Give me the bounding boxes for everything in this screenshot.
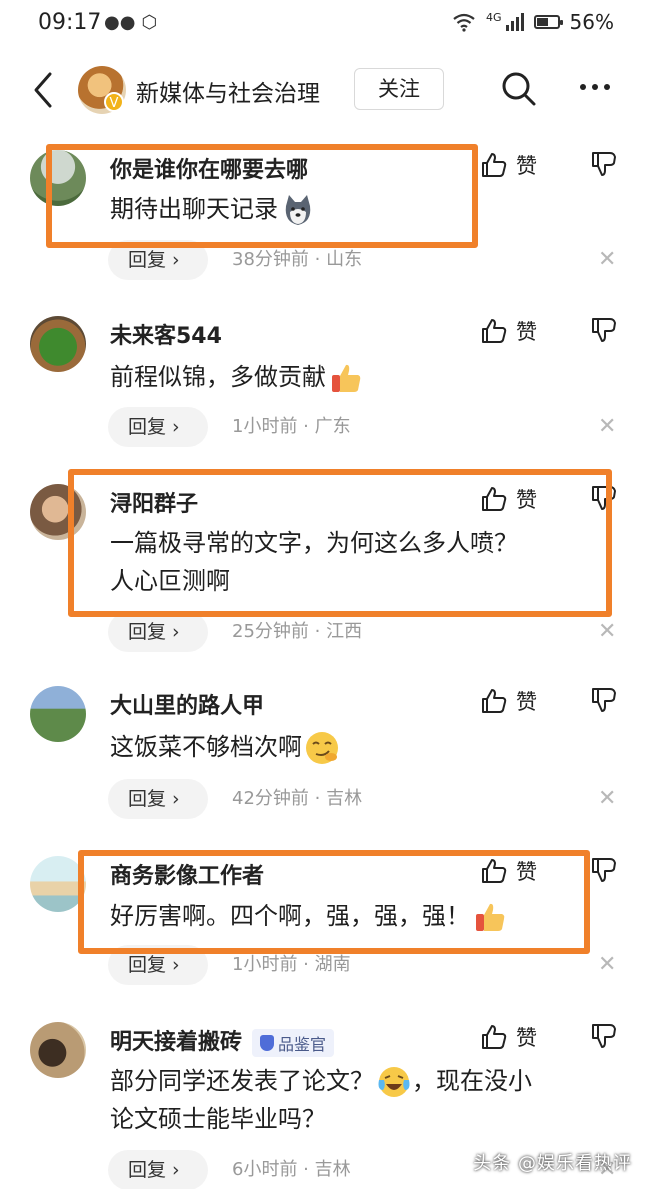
comment-meta: 6小时前 · 吉林 (232, 1159, 351, 1180)
reply-button[interactable]: 回复 › (108, 407, 208, 447)
pinjian-badge: 品鉴官 (252, 1029, 335, 1057)
signal-icon (505, 13, 524, 31)
battery-percent: 56% (569, 10, 614, 34)
status-time: 09:17 (38, 10, 102, 35)
status-bar: 09:17 ●● ⬡ 4G 56% (0, 0, 650, 50)
like-button[interactable]: 赞 (480, 150, 537, 180)
avatar[interactable] (30, 316, 86, 372)
thumbs-down-icon[interactable] (590, 316, 618, 344)
reply-button[interactable]: 回复 › (108, 779, 208, 819)
comment-text: 前程似锦，多做贡献 (110, 358, 590, 396)
comment-meta: 42分钟前 · 吉林 (232, 788, 363, 809)
highlight-box (68, 469, 612, 617)
more-options-icon[interactable] (580, 84, 610, 90)
comment-text: 这饭菜不够档次啊 (110, 728, 590, 766)
top-bar: V 新媒体与社会治理 关注 (0, 56, 650, 124)
close-icon[interactable]: ✕ (598, 612, 616, 652)
close-icon[interactable]: ✕ (598, 407, 616, 447)
like-button[interactable]: 赞 (480, 316, 537, 346)
close-icon[interactable]: ✕ (598, 945, 616, 985)
follow-button[interactable]: 关注 (354, 68, 444, 110)
like-label: 赞 (516, 1026, 537, 1050)
battery-icon (533, 15, 563, 29)
comment-username[interactable]: 大山里的路人甲 (110, 688, 264, 720)
comment-meta: 25分钟前 · 江西 (232, 621, 363, 642)
avatar[interactable] (30, 1022, 86, 1078)
back-icon[interactable] (30, 70, 58, 110)
search-icon[interactable] (500, 70, 538, 108)
wifi-icon (453, 13, 475, 32)
thumbs-up-icon (482, 153, 507, 177)
like-label: 赞 (516, 690, 537, 714)
thumbs-up-icon (482, 319, 507, 343)
like-label: 赞 (516, 320, 537, 344)
thumbs-up-icon (482, 1025, 507, 1049)
close-icon[interactable]: ✕ (598, 779, 616, 819)
like-button[interactable]: 赞 (480, 1022, 537, 1052)
network-type: 4G (486, 10, 502, 24)
comment-meta: 1小时前 · 广东 (232, 416, 351, 437)
shield-icon (260, 1035, 275, 1051)
reply-button[interactable]: 回复 › (108, 1150, 208, 1189)
thumbs-down-icon[interactable] (590, 686, 618, 714)
crying-laughing-emoji-icon (378, 1067, 410, 1097)
verified-badge-icon: V (104, 92, 124, 112)
comment-item: 大山里的路人甲 赞 这饭菜不够档次啊 回复 › 42分钟前 · 吉林 ✕ (0, 686, 650, 819)
highlight-box (46, 144, 478, 248)
highlight-box (78, 850, 590, 954)
comment-text: 部分同学还发表了论文？ ，现在没小 论文硕士能毕业吗？ (110, 1062, 630, 1138)
like-button[interactable]: 赞 (480, 686, 537, 716)
thumbs-up-emoji-icon (332, 364, 361, 392)
status-right: 4G 56% (452, 10, 614, 34)
thumbs-down-icon[interactable] (590, 856, 618, 884)
smirk-emoji-icon (306, 732, 338, 764)
notification-icons: ●● ⬡ (104, 12, 157, 34)
channel-name[interactable]: 新媒体与社会治理 (136, 74, 320, 108)
reply-button[interactable]: 回复 › (108, 612, 208, 652)
comment-item: 未来客544 赞 前程似锦，多做贡献 回复 › 1小时前 · 广东 ✕ (0, 316, 650, 447)
thumbs-up-icon (482, 689, 507, 713)
thumbs-down-icon[interactable] (590, 150, 618, 178)
like-label: 赞 (516, 154, 537, 178)
close-icon[interactable]: ✕ (598, 240, 616, 280)
watermark: 头条 @娱乐看热评 (473, 1153, 632, 1174)
app-notification-icon: ⬡ (141, 12, 158, 33)
wechat-icon: ●● (104, 12, 136, 33)
comment-username[interactable]: 明天接着搬砖 品鉴官 (110, 1024, 335, 1057)
comment-username[interactable]: 未来客544 (110, 318, 222, 350)
avatar[interactable] (30, 686, 86, 742)
thumbs-down-icon[interactable] (590, 1022, 618, 1050)
